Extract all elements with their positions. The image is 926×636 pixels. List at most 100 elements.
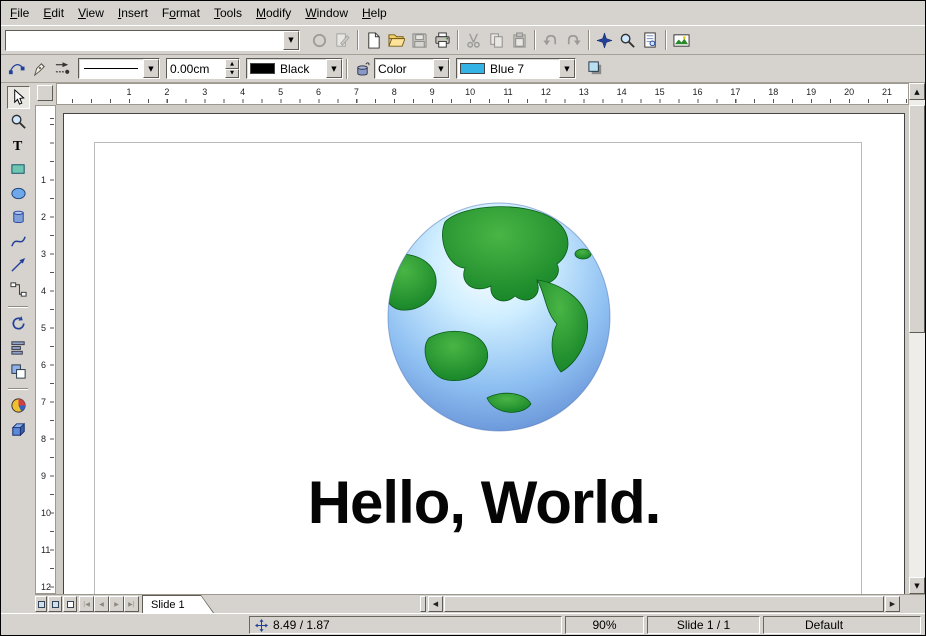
url-combobox[interactable]: ▼	[5, 30, 300, 51]
toolbar-separator	[665, 30, 667, 50]
text-tool-button[interactable]	[7, 134, 30, 157]
status-zoom-cell[interactable]: 90%	[565, 616, 644, 634]
line-width-spinner: ▲ ▼	[225, 59, 239, 78]
ruler-mark: 2	[164, 87, 169, 97]
ruler-origin-button[interactable]	[35, 83, 56, 105]
line-color-swatch	[250, 63, 275, 74]
fill-color-swatch	[460, 63, 485, 74]
previous-slide-button[interactable]: ◀	[94, 596, 109, 612]
edit-points-button[interactable]	[5, 57, 28, 80]
tab-splitter-handle[interactable]	[420, 596, 426, 612]
line-width-field[interactable]: ▲ ▼	[166, 58, 240, 79]
navigator-icon	[596, 32, 613, 49]
position-size-icon	[255, 619, 268, 632]
fill-color-select[interactable]: Blue 7 ▼	[456, 58, 576, 79]
hscroll-right-button[interactable]: ▶	[885, 596, 900, 612]
fill-style-dropdown-icon[interactable]: ▼	[433, 59, 449, 78]
connector-tool-button[interactable]	[7, 278, 30, 301]
spin-down-icon[interactable]: ▼	[225, 69, 239, 79]
stop-loading-button[interactable]	[308, 29, 331, 52]
menu-help[interactable]: Help	[355, 3, 394, 23]
zoom-button[interactable]	[616, 29, 639, 52]
open-document-button[interactable]	[385, 29, 408, 52]
vertical-ruler[interactable]: 123456789101112	[35, 105, 56, 594]
main-toolbar	[1, 83, 35, 594]
status-slide-cell[interactable]: Slide 1 / 1	[647, 616, 760, 634]
area-dialog-button[interactable]	[351, 57, 374, 80]
status-style-cell[interactable]: Default	[763, 616, 921, 634]
menu-format[interactable]: Format	[155, 3, 207, 23]
redo-button[interactable]	[562, 29, 585, 52]
toolbar-separator	[457, 30, 459, 50]
rectangle-tool-button[interactable]	[7, 158, 30, 181]
line-style-dropdown-icon[interactable]: ▼	[143, 59, 159, 78]
curve-tool-button[interactable]	[7, 230, 30, 253]
ellipse-tool-button[interactable]	[7, 182, 30, 205]
line-width-input[interactable]	[167, 59, 225, 78]
url-dropdown-icon[interactable]: ▼	[283, 31, 299, 50]
menu-tools[interactable]: Tools	[207, 3, 249, 23]
arrange-tool-button[interactable]	[7, 360, 30, 383]
alignment-tool-button[interactable]	[7, 336, 30, 359]
gallery-button[interactable]	[670, 29, 693, 52]
page-view-button[interactable]	[639, 29, 662, 52]
next-slide-button[interactable]: ▶	[109, 596, 124, 612]
save-document-button[interactable]	[408, 29, 431, 52]
horizontal-ruler[interactable]: 123456789101112131415161718192021	[56, 83, 909, 105]
fill-style-select[interactable]: Color ▼	[374, 58, 450, 79]
hscroll-left-button[interactable]: ◀	[428, 596, 443, 612]
line-color-dropdown-icon[interactable]: ▼	[326, 59, 342, 78]
menu-edit[interactable]: Edit	[36, 3, 71, 23]
edit-file-button[interactable]	[331, 29, 354, 52]
slide-tab[interactable]: Slide 1	[142, 595, 214, 613]
zoom-tool-button[interactable]	[7, 110, 30, 133]
menu-insert[interactable]: Insert	[111, 3, 155, 23]
slide-title-text[interactable]: Hello, World.	[64, 468, 904, 537]
select-tool-button[interactable]	[7, 86, 30, 109]
shadow-button[interactable]	[584, 57, 607, 80]
scroll-up-button[interactable]: ▲	[909, 83, 925, 100]
status-position-cell[interactable]: 8.49 / 1.87	[249, 616, 562, 634]
tab-corner-button[interactable]	[35, 596, 47, 612]
arrow-style-button[interactable]	[51, 57, 74, 80]
3d-objects-tool-button[interactable]	[7, 206, 30, 229]
first-slide-button[interactable]: |◀	[79, 596, 94, 612]
ruler-mark: 7	[41, 397, 46, 407]
globe-image[interactable]	[387, 202, 611, 432]
new-document-button[interactable]	[362, 29, 385, 52]
lines-arrows-tool-button[interactable]	[7, 254, 30, 277]
navigator-button[interactable]	[593, 29, 616, 52]
horizontal-scroll-thumb[interactable]	[444, 596, 884, 612]
canvas[interactable]: Hello, World.	[56, 105, 909, 594]
vertical-scrollbar[interactable]: ▲ ▼	[909, 83, 925, 594]
arrange-icon	[10, 363, 27, 380]
view-mini-button-2[interactable]	[63, 596, 77, 612]
copy-button[interactable]	[485, 29, 508, 52]
effects-tool-button[interactable]	[7, 394, 30, 417]
line-color-select[interactable]: Black ▼	[246, 58, 343, 79]
menu-window[interactable]: Window	[298, 3, 355, 23]
view-mini-button-1[interactable]	[48, 596, 62, 612]
scroll-down-button[interactable]: ▼	[909, 577, 925, 594]
paste-button[interactable]	[508, 29, 531, 52]
menu-file[interactable]: File	[3, 3, 36, 23]
print-document-button[interactable]	[431, 29, 454, 52]
ruler-mark: 8	[392, 87, 397, 97]
last-slide-button[interactable]: ▶|	[124, 596, 139, 612]
line-dialog-button[interactable]	[28, 57, 51, 80]
edit-icon	[334, 32, 351, 49]
menu-bar: FileEditViewInsertFormatToolsModifyWindo…	[1, 1, 925, 25]
fill-color-dropdown-icon[interactable]: ▼	[559, 59, 575, 78]
spin-up-icon[interactable]: ▲	[225, 59, 239, 69]
slide-page[interactable]: Hello, World.	[63, 113, 905, 594]
cut-button[interactable]	[462, 29, 485, 52]
vertical-scroll-thumb[interactable]	[909, 105, 925, 333]
interaction-tool-button[interactable]	[7, 418, 30, 441]
line-style-select[interactable]: ▼	[78, 58, 160, 79]
menu-modify[interactable]: Modify	[249, 3, 298, 23]
rotate-tool-button[interactable]	[7, 312, 30, 335]
url-input[interactable]	[6, 31, 283, 50]
undo-button[interactable]	[539, 29, 562, 52]
ruler-mark: 9	[430, 87, 435, 97]
menu-view[interactable]: View	[71, 3, 111, 23]
